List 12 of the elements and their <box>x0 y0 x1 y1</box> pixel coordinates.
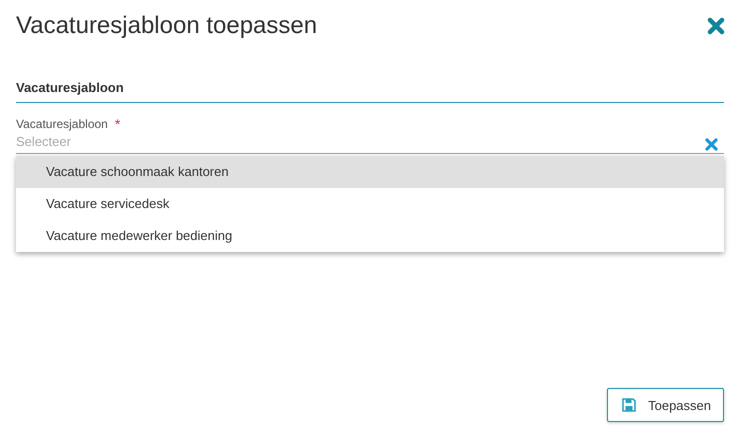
select-field[interactable]: Selecteer <box>16 134 724 154</box>
save-icon <box>622 398 636 412</box>
apply-button[interactable]: Toepassen <box>607 388 724 422</box>
close-icon[interactable] <box>707 17 725 35</box>
field-label: Vacaturesjabloon <box>16 117 108 131</box>
section-heading: Vacaturesjabloon <box>16 80 724 103</box>
dropdown-option[interactable]: Vacature servicedesk <box>16 188 724 220</box>
dropdown-option[interactable]: Vacature medewerker bediening <box>16 220 724 252</box>
clear-icon[interactable] <box>705 138 718 151</box>
dialog-title: Vacaturesjabloon toepassen <box>16 12 318 40</box>
dropdown-option[interactable]: Vacature schoonmaak kantoren <box>16 156 724 188</box>
required-asterisk: * <box>114 116 120 132</box>
